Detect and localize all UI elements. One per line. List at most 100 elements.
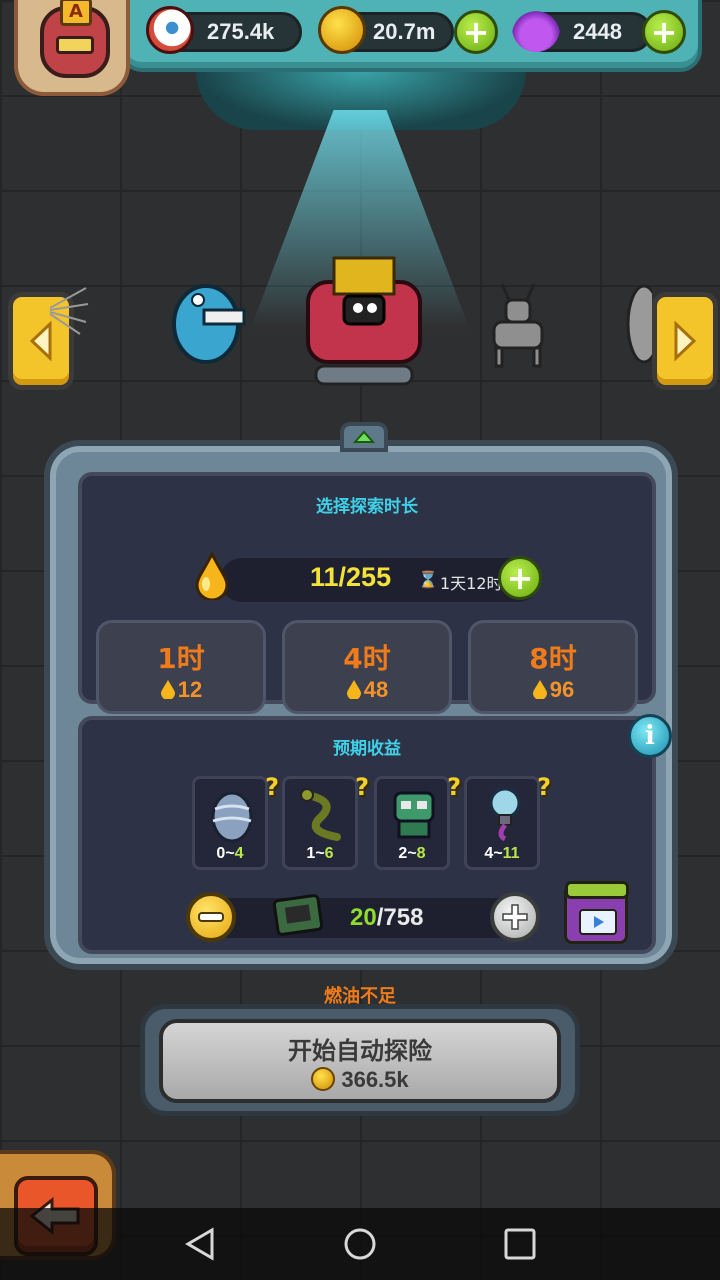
lightbulb-creature-icon (489, 787, 521, 842)
fuel-drop-icon (346, 680, 361, 699)
fuel-drop-icon (195, 552, 229, 600)
gold-coin-icon (311, 1067, 336, 1091)
red-throne-boss (298, 252, 428, 392)
reward-range: 0~4 (195, 845, 265, 863)
quantity-total: /758 (376, 904, 424, 931)
start-button-cost: 366.5k (163, 1067, 557, 1093)
nav-recents-icon[interactable] (502, 1226, 538, 1262)
duration-cost: 12 (99, 677, 263, 703)
plus-icon: + (650, 13, 678, 51)
range-separator: ~ (225, 845, 235, 862)
start-frame: 开始自动探险 366.5k (140, 1004, 580, 1116)
next-creature-button[interactable] (652, 292, 718, 390)
minus-icon (198, 912, 224, 922)
range-separator: ~ (493, 845, 503, 862)
collapse-panel-button[interactable] (340, 422, 388, 452)
blue-fish-monster (168, 282, 248, 368)
rank-badge: A (60, 0, 92, 26)
fuel-drop-icon (532, 680, 547, 699)
duration-label: 8时 (529, 642, 577, 675)
range-separator: ~ (407, 845, 417, 862)
increase-quantity-button[interactable] (490, 892, 540, 942)
range-high: 11 (502, 845, 520, 862)
add-potion-button[interactable]: + (642, 10, 686, 54)
plus-icon: + (506, 559, 534, 597)
info-icon: i (645, 721, 655, 751)
avatar-teeth (56, 36, 94, 54)
hourglass-icon: ⌛ (418, 570, 438, 589)
green-serpent-icon (300, 788, 341, 841)
player-avatar[interactable]: A (14, 0, 130, 96)
chevron-right-icon (674, 320, 697, 362)
range-high: 6 (324, 845, 334, 862)
plus-icon (502, 904, 528, 930)
green-robot-icon (393, 791, 435, 839)
reward-range: 1~6 (285, 845, 355, 863)
striped-egg-icon (211, 791, 253, 843)
fuel-amount: 11/255 (310, 562, 392, 592)
duration-8h-button[interactable]: 8时 96 (468, 620, 638, 714)
quantity-current: 20 (350, 904, 377, 931)
range-low: 2 (398, 845, 408, 862)
reward-slot-lightbulb[interactable]: ? 4~11 (464, 773, 551, 870)
rank-letter: A (69, 1, 83, 22)
unknown-reward-icon: ? (537, 773, 551, 801)
nav-home-icon[interactable] (342, 1226, 378, 1262)
duration-section-title: 选择探索时长 (316, 497, 418, 517)
skeleton-deer-silhouette (482, 278, 554, 370)
duration-section: 选择探索时长 11/255 ⌛ 1天12时 + 1时 12 4时 48 8时 9 (78, 472, 656, 714)
android-navigation-bar (0, 1208, 720, 1280)
furry-creature-silhouette (622, 280, 662, 366)
reward-slot-egg[interactable]: ? 0~4 (192, 773, 279, 870)
reward-range: 4~11 (467, 845, 537, 863)
fuel-drop-icon (160, 680, 175, 699)
start-cost-value: 366.5k (341, 1067, 409, 1092)
fuel-bar: 11/255 ⌛ 1天12时 (220, 558, 540, 602)
add-fuel-button[interactable]: + (498, 556, 542, 600)
range-separator: ~ (315, 845, 325, 862)
exploration-panel: 选择探索时长 11/255 ⌛ 1天12时 + 1时 12 4时 48 8时 9 (44, 422, 678, 970)
duration-cost: 96 (471, 677, 635, 703)
duration-1h-button[interactable]: 1时 12 (96, 620, 266, 714)
duration-label: 1时 (157, 642, 205, 675)
resource-bar: 275.4k 20.7m + 2448 + (120, 0, 702, 72)
gold-coin-icon (318, 6, 366, 54)
chevron-up-icon (353, 430, 375, 443)
unknown-reward-icon: ? (355, 773, 369, 801)
duration-cost-value: 48 (363, 677, 389, 702)
eyeball-icon (146, 6, 194, 54)
purple-potion-icon (512, 4, 560, 52)
reward-range: 2~8 (377, 845, 447, 863)
video-box-lid (565, 881, 629, 899)
plus-icon: + (462, 13, 490, 51)
rewards-section: 预期收益 i ? 0~4 ? 1~6 ? 2~8 ? 4~11 20/758 (78, 714, 672, 954)
watch-video-button[interactable] (564, 881, 629, 944)
reward-slot-serpent[interactable]: ? 1~6 (282, 773, 369, 870)
potion-count: 2448 (573, 19, 622, 44)
expedition-ticket-icon (272, 894, 324, 936)
range-low: 4 (484, 845, 494, 862)
range-high: 4 (234, 845, 244, 862)
add-gold-button[interactable]: + (454, 10, 498, 54)
duration-4h-button[interactable]: 4时 48 (282, 620, 452, 714)
duration-cost-value: 12 (177, 677, 203, 702)
start-auto-explore-button[interactable]: 开始自动探险 366.5k (159, 1019, 561, 1103)
range-low: 1 (306, 845, 316, 862)
start-button-label: 开始自动探险 (288, 1037, 432, 1065)
unknown-reward-icon: ? (265, 773, 279, 801)
duration-label: 4时 (343, 642, 391, 675)
fuel-refill-timer: 1天12时 (440, 574, 503, 593)
duration-cost-value: 96 (549, 677, 575, 702)
duration-cost: 48 (285, 677, 449, 703)
unknown-reward-icon: ? (447, 773, 461, 801)
nav-back-icon[interactable] (182, 1226, 218, 1262)
rewards-section-title: 预期收益 (333, 739, 401, 759)
range-low: 0 (216, 845, 226, 862)
gold-count: 20.7m (373, 19, 436, 44)
info-button[interactable]: i (628, 714, 672, 758)
reward-slot-robot[interactable]: ? 2~8 (374, 773, 461, 870)
range-high: 8 (416, 845, 426, 862)
decrease-quantity-button[interactable] (186, 892, 236, 942)
play-video-icon (579, 909, 617, 935)
spiky-creature-silhouette (40, 278, 90, 338)
